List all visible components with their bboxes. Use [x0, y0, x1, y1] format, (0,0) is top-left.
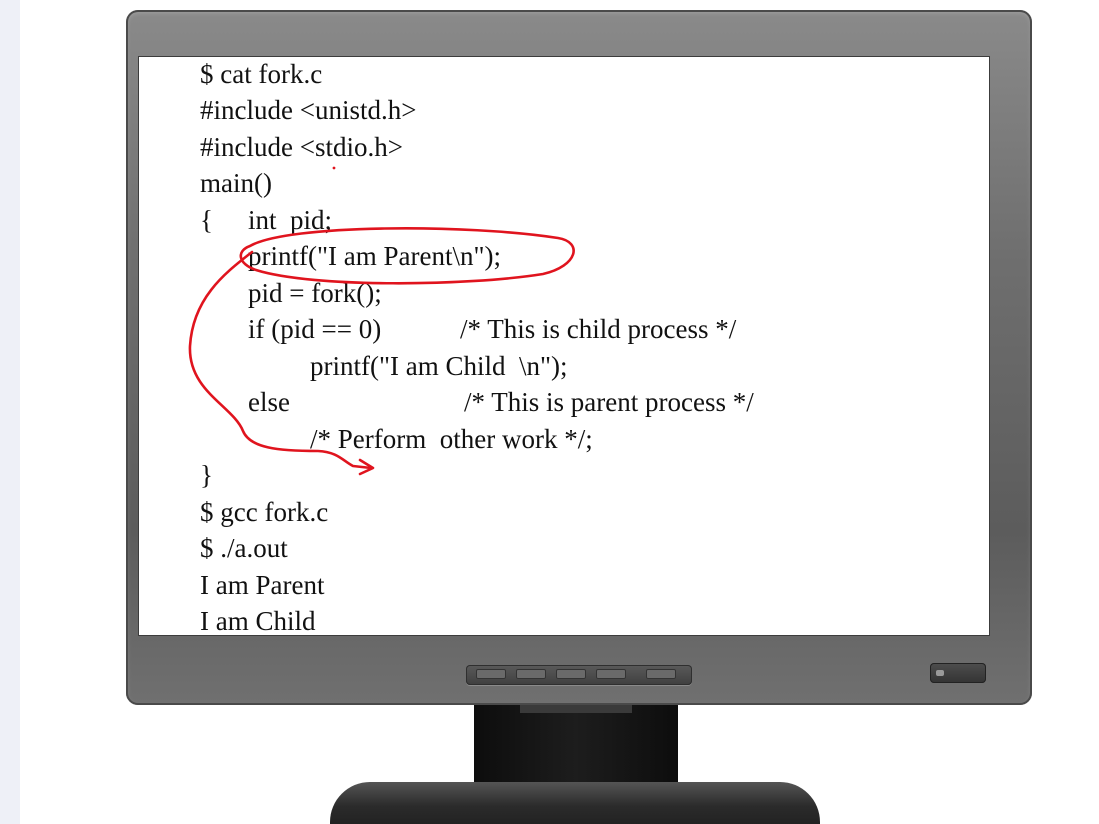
monitor-control-buttons — [466, 665, 692, 685]
terminal-line-close-brace: } — [200, 460, 213, 490]
terminal-line-include-stdio: #include <stdio.h> — [200, 132, 403, 162]
terminal-line-run-command: $ ./a.out — [200, 533, 288, 563]
terminal-line-gcc-command: $ gcc fork.c — [200, 497, 329, 527]
terminal-line-if-child: if (pid == 0) — [248, 314, 382, 344]
terminal-line-output-parent: I am Parent — [200, 570, 325, 600]
terminal-line-declare-pid: int pid; — [248, 205, 333, 235]
monitor-screen: $ cat fork.c #include <unistd.h> #includ… — [138, 56, 990, 636]
power-indicator-light — [936, 670, 944, 676]
page: $ cat fork.c #include <unistd.h> #includ… — [0, 0, 1099, 824]
comment-parent-process: /* This is parent process */ — [464, 387, 754, 417]
terminal-line-include-unistd: #include <unistd.h> — [200, 95, 417, 125]
terminal-line-main: main() — [200, 168, 272, 198]
terminal-line-else: else — [248, 387, 290, 417]
monitor-auto-button[interactable] — [596, 669, 626, 679]
monitor-up-button[interactable] — [556, 669, 586, 679]
terminal-line-open-brace: { — [200, 205, 213, 235]
annotation-dot — [332, 166, 336, 170]
terminal-line-printf-parent: printf("I am Parent\n"); — [248, 241, 501, 271]
monitor-menu-button[interactable] — [476, 669, 506, 679]
monitor-stand-base — [330, 782, 820, 824]
annotation-arrow-head — [358, 458, 375, 476]
terminal-line-printf-child: printf("I am Child \n"); — [310, 351, 568, 381]
comment-child-process: /* This is child process */ — [460, 314, 737, 344]
terminal-line-fork-call: pid = fork(); — [248, 278, 382, 308]
monitor-input-button[interactable] — [646, 669, 676, 679]
monitor-stand-hinge — [520, 705, 632, 713]
left-margin-strip — [0, 0, 20, 824]
power-button-icon[interactable] — [930, 663, 986, 683]
terminal-line-perform-other-work: /* Perform other work */; — [310, 424, 593, 454]
terminal-line-cat-command: $ cat fork.c — [200, 59, 323, 89]
terminal-line-output-child: I am Child — [200, 606, 316, 636]
monitor-down-button[interactable] — [516, 669, 546, 679]
